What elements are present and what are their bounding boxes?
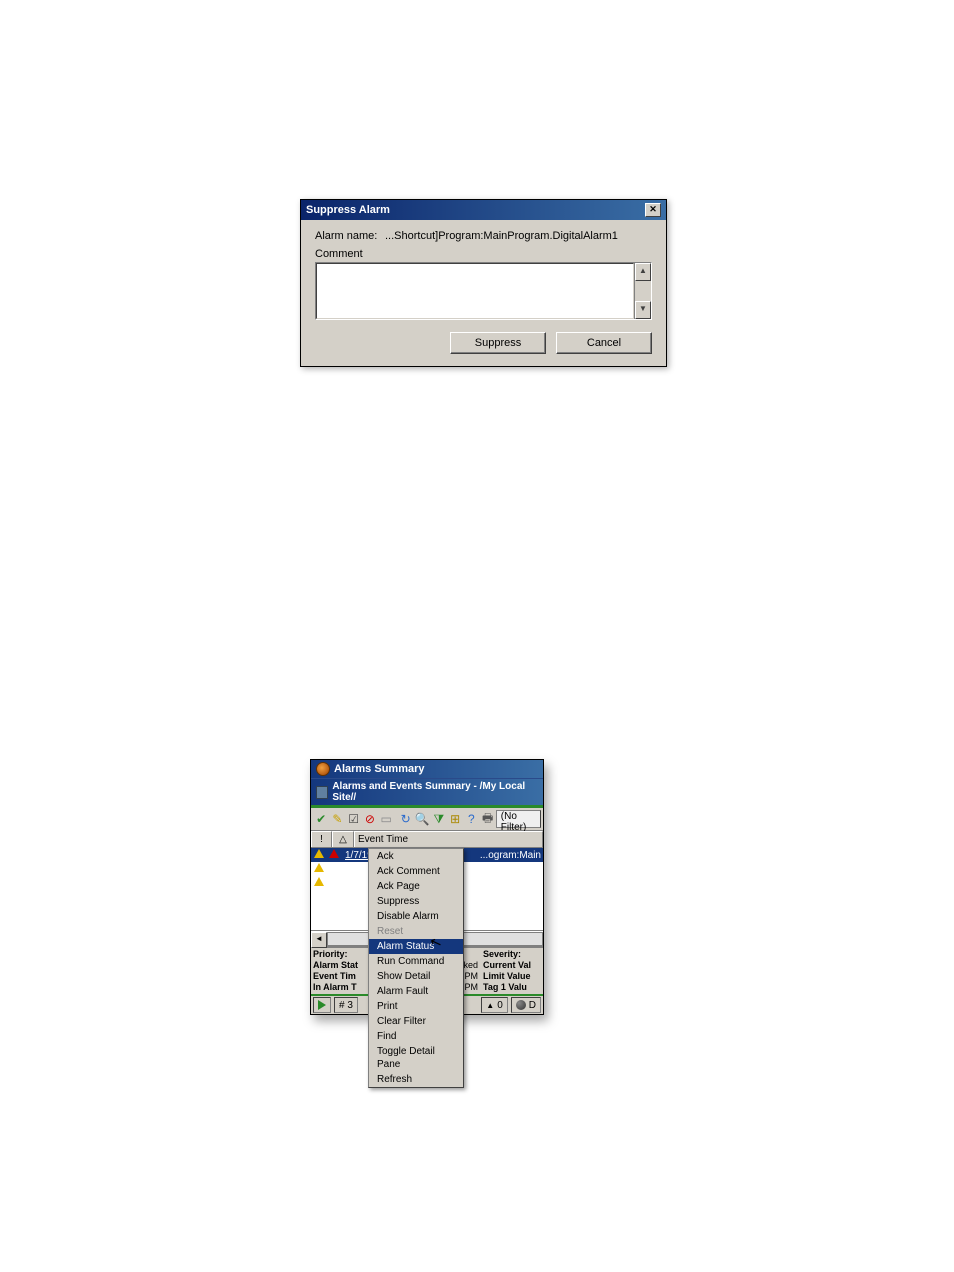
grid-header: ! △ Event Time xyxy=(311,831,543,848)
filter-icon[interactable]: ⧩ xyxy=(431,809,447,829)
context-menu-item-ack-comment[interactable]: Ack Comment xyxy=(369,864,463,879)
row-source: ...ogram:Main xyxy=(480,850,543,861)
detail-right-labels: Severity: Current Val Limit Value Tag 1 … xyxy=(481,948,543,994)
scroll-down-icon[interactable]: ▼ xyxy=(635,301,651,319)
refresh-icon[interactable]: ↻ xyxy=(398,809,414,829)
context-menu-item-alarm-status[interactable]: Alarm Status xyxy=(369,939,463,954)
warning-icon xyxy=(311,877,326,889)
suppress-button[interactable]: Suppress xyxy=(450,332,546,354)
context-menu-item-refresh[interactable]: Refresh xyxy=(369,1072,463,1087)
close-button[interactable]: ✕ xyxy=(645,203,661,217)
scroll-up-icon[interactable]: ▲ xyxy=(635,263,651,281)
context-menu: AckAck CommentAck PageSuppressDisable Al… xyxy=(368,848,464,1088)
ack-icon[interactable]: ✔ xyxy=(313,809,329,829)
alarm-name-value: ...Shortcut]Program:MainProgram.DigitalA… xyxy=(385,230,618,242)
context-menu-item-toggle-detail-pane[interactable]: Toggle Detail Pane xyxy=(369,1044,463,1072)
context-menu-item-disable-alarm[interactable]: Disable Alarm xyxy=(369,909,463,924)
scroll-left-icon[interactable]: ◄ xyxy=(311,932,327,948)
context-menu-item-run-command[interactable]: Run Command xyxy=(369,954,463,969)
dialog-body: Alarm name: ...Shortcut]Program:MainProg… xyxy=(301,220,666,366)
print-icon[interactable]: 🖶 xyxy=(480,809,496,829)
context-menu-item-show-detail[interactable]: Show Detail xyxy=(369,969,463,984)
alarm-count: # 3 xyxy=(334,997,358,1013)
no-filter-button[interactable]: (No Filter) xyxy=(496,810,541,828)
find-icon[interactable]: 🔍 xyxy=(414,809,431,829)
context-menu-item-ack[interactable]: Ack xyxy=(369,849,463,864)
col-state-icon[interactable]: △ xyxy=(332,831,354,847)
document-icon xyxy=(316,786,328,799)
ack-comment-icon[interactable]: ✎ xyxy=(329,809,345,829)
warning-icon xyxy=(311,863,326,875)
context-menu-item-alarm-fault[interactable]: Alarm Fault xyxy=(369,984,463,999)
context-menu-item-reset: Reset xyxy=(369,924,463,939)
warning-icon xyxy=(311,849,326,861)
run-indicator[interactable] xyxy=(313,997,331,1013)
suppress-icon[interactable]: ⊘ xyxy=(362,809,378,829)
comment-field-wrap: ▲ ▼ xyxy=(315,262,652,320)
status-d: D xyxy=(511,997,541,1013)
context-menu-item-clear-filter[interactable]: Clear Filter xyxy=(369,1014,463,1029)
context-menu-item-suppress[interactable]: Suppress xyxy=(369,894,463,909)
context-menu-item-ack-page[interactable]: Ack Page xyxy=(369,879,463,894)
disable-icon[interactable]: ▭ xyxy=(378,809,394,829)
alarms-summary-subtitle-bar: Alarms and Events Summary - /My Local Si… xyxy=(311,778,543,805)
dialog-title: Suppress Alarm xyxy=(306,204,390,216)
dialog-titlebar: Suppress Alarm ✕ xyxy=(301,200,666,220)
comment-scrollbar[interactable]: ▲ ▼ xyxy=(634,263,651,319)
detail-left-labels: Priority: Alarm Stat Event Tim In Alarm … xyxy=(311,948,365,994)
context-menu-item-find[interactable]: Find xyxy=(369,1029,463,1044)
cancel-button[interactable]: Cancel xyxy=(556,332,652,354)
context-menu-item-print[interactable]: Print xyxy=(369,999,463,1014)
comment-textarea[interactable] xyxy=(316,263,634,319)
status-icon xyxy=(516,1000,526,1010)
alarm-icon xyxy=(326,849,342,861)
alarms-summary-title: Alarms Summary xyxy=(334,763,425,775)
app-icon xyxy=(316,762,330,776)
play-icon xyxy=(318,1000,326,1010)
alarms-summary-titlebar: Alarms Summary xyxy=(311,760,543,778)
alarms-toolbar: ✔ ✎ ☑ ⊘ ▭ ↻ 🔍 ⧩ ⊞ ? 🖶 (No Filter) xyxy=(311,808,543,831)
suppress-alarm-dialog: Suppress Alarm ✕ Alarm name: ...Shortcut… xyxy=(300,199,667,367)
help-icon[interactable]: ? xyxy=(463,809,479,829)
unacked-count: ▲0 xyxy=(481,997,507,1013)
col-event-time[interactable]: Event Time xyxy=(354,831,543,847)
col-priority[interactable]: ! xyxy=(311,831,332,847)
alarms-summary-subtitle: Alarms and Events Summary - /My Local Si… xyxy=(332,781,538,803)
ack-page-icon[interactable]: ☑ xyxy=(346,809,362,829)
detail-icon[interactable]: ⊞ xyxy=(447,809,463,829)
comment-label: Comment xyxy=(315,248,652,260)
alarm-name-label: Alarm name: xyxy=(315,230,385,242)
